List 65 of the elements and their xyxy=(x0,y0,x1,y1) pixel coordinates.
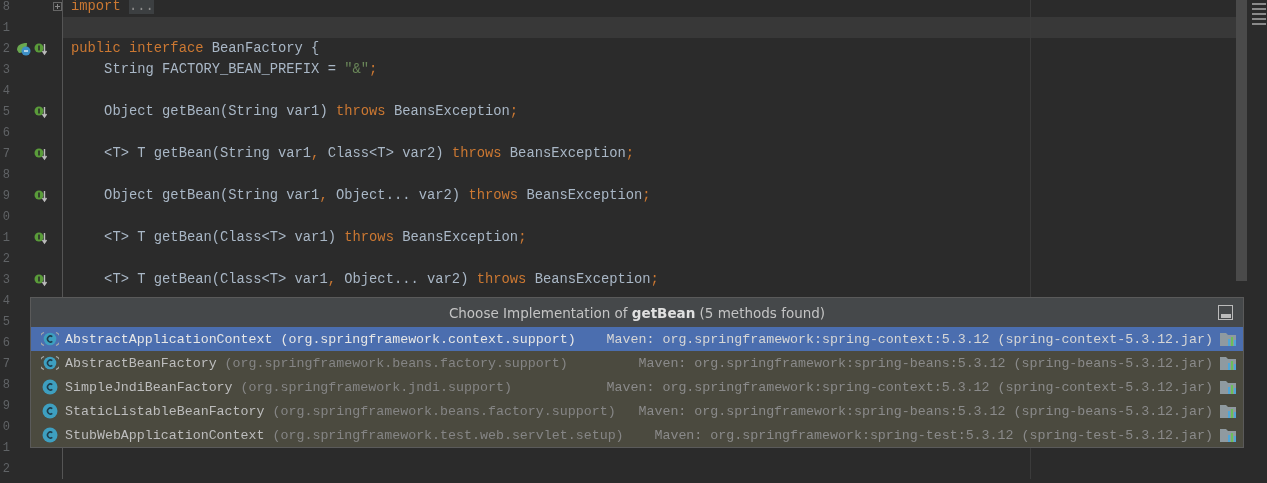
class-name: StaticListableBeanFactory xyxy=(65,403,265,419)
abstract-class-icon xyxy=(41,331,59,347)
line-number: 4 xyxy=(1,293,10,308)
library-name: Maven: org.springframework:spring-beans:5.3.12 (spring-beans-5.3.12.jar) xyxy=(638,355,1213,371)
implementation-marker-icon[interactable] xyxy=(34,230,48,245)
implementation-marker-icon[interactable] xyxy=(34,104,48,119)
implementation-marker-icon[interactable] xyxy=(34,41,48,56)
line-number: 2 xyxy=(1,461,10,476)
class-name: SimpleJndiBeanFactory xyxy=(65,379,233,395)
line-number: 5 xyxy=(1,314,10,329)
library-icon xyxy=(1219,355,1237,371)
package-name: (org.springframework.test.web.servlet.setup) xyxy=(272,427,624,443)
package-name: (org.springframework.beans.factory.support) xyxy=(224,355,568,371)
line-number: 2 xyxy=(1,251,10,266)
scrollbar-thumb[interactable] xyxy=(1236,0,1247,281)
implementation-item[interactable]: StubWebApplicationContext (org.springframework.test.web.servlet.setup) Maven: org.springframework:spring-test:5.3.12 (spring-test-5.3.12.jar) xyxy=(31,423,1243,447)
line-number: 6 xyxy=(1,335,10,350)
line-number: 1 xyxy=(1,440,10,455)
popup-title: Choose Implementation of getBean (5 methods found) xyxy=(448,304,826,321)
line-number: 8 xyxy=(1,377,10,392)
package-name: (org.springframework.jndi.support) xyxy=(240,379,512,395)
line-number: 9 xyxy=(1,398,10,413)
class-name: StubWebApplicationContext xyxy=(65,427,265,443)
line-number: 2 xyxy=(1,41,10,56)
line-number: 6 xyxy=(1,125,10,140)
package-name: (org.springframework.beans.factory.support) xyxy=(272,403,616,419)
line-number: 1 xyxy=(1,230,10,245)
implementation-item[interactable]: SimpleJndiBeanFactory (org.springframework.jndi.support) Maven: org.springframework:spring-context:5.3.12 (spring-context-5.3.12.jar) xyxy=(31,375,1243,399)
implementation-marker-icon[interactable] xyxy=(34,146,48,161)
line-number: 4 xyxy=(1,83,10,98)
library-name: Maven: org.springframework:spring-beans:5.3.12 (spring-beans-5.3.12.jar) xyxy=(638,403,1213,419)
line-number: 5 xyxy=(1,104,10,119)
bean-icon[interactable] xyxy=(16,41,31,56)
line-number: 8 xyxy=(1,167,10,182)
line-number: 3 xyxy=(1,62,10,77)
class-name: AbstractBeanFactory xyxy=(65,355,217,371)
class-name: AbstractApplicationContext xyxy=(65,331,273,347)
line-number: 0 xyxy=(1,209,10,224)
library-name: Maven: org.springframework:spring-context:5.3.12 (spring-context-5.3.12.jar) xyxy=(606,331,1213,347)
implementation-marker-icon[interactable] xyxy=(34,272,48,287)
library-icon xyxy=(1219,427,1237,443)
error-stripe-marks xyxy=(1252,0,1266,28)
line-number: 0 xyxy=(1,419,10,434)
library-name: Maven: org.springframework:spring-test:5.3.12 (spring-test-5.3.12.jar) xyxy=(654,427,1213,443)
class-icon xyxy=(41,427,59,443)
line-number: 9 xyxy=(1,188,10,203)
line-number: 7 xyxy=(1,146,10,161)
pin-icon[interactable] xyxy=(1218,305,1233,320)
line-number: 1 xyxy=(1,20,10,35)
implementation-item[interactable]: AbstractApplicationContext (org.springframework.context.support) Maven: org.springframework:spring-context:5.3.12 (spring-context-5.3.12.jar) xyxy=(31,327,1243,351)
line-number: 7 xyxy=(1,356,10,371)
implementation-item[interactable]: AbstractBeanFactory (org.springframework.beans.factory.support) Maven: org.springframework:spring-beans:5.3.12 (spring-beans-5.3.12.jar) xyxy=(31,351,1243,375)
library-name: Maven: org.springframework:spring-context:5.3.12 (spring-context-5.3.12.jar) xyxy=(606,379,1213,395)
fold-expand-icon[interactable] xyxy=(52,2,62,11)
class-icon xyxy=(41,403,59,419)
package-name: (org.springframework.context.support) xyxy=(280,331,576,347)
implementation-marker-icon[interactable] xyxy=(34,188,48,203)
class-icon xyxy=(41,379,59,395)
line-number: 8 xyxy=(1,0,10,14)
library-icon xyxy=(1219,403,1237,419)
library-icon xyxy=(1219,331,1237,347)
abstract-class-icon xyxy=(41,355,59,371)
line-number: 3 xyxy=(1,272,10,287)
implementation-item[interactable]: StaticListableBeanFactory (org.springframework.beans.factory.support) Maven: org.springframework:spring-beans:5.3.12 (spring-beans-5.3.12.jar) xyxy=(31,399,1243,423)
library-icon xyxy=(1219,379,1237,395)
